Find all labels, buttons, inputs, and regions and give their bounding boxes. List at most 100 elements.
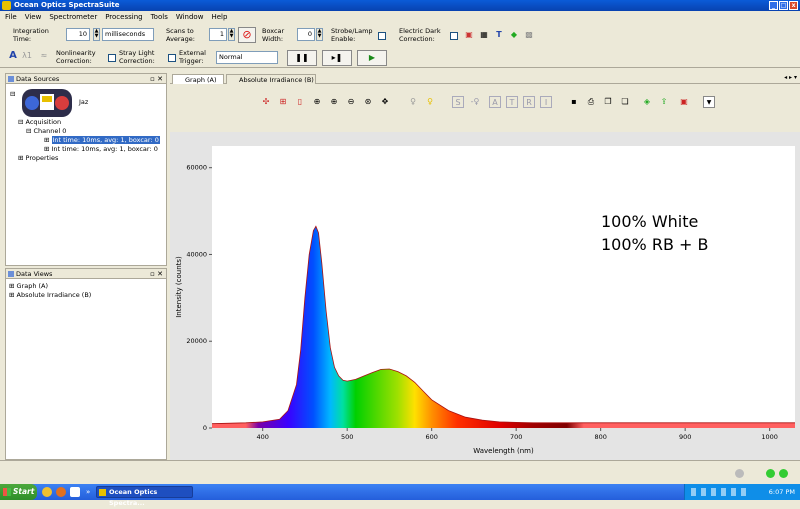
data-views-pane: Data Views ▫ ✕ ⊞ Graph (A) ⊞ Absolute Ir… [5, 268, 167, 460]
clock: 6:07 PM [768, 488, 795, 496]
zoom-box-icon[interactable]: ⊞ [277, 96, 289, 108]
pause-button[interactable]: ❚❚ [287, 50, 317, 66]
external-trigger-checkbox[interactable] [168, 54, 176, 62]
y-tick-label: 40000 [186, 250, 207, 258]
tab-graph-a-label: Graph (A) [185, 76, 217, 84]
menu-view[interactable]: View [25, 11, 42, 23]
export-icon[interactable]: ⇪ [658, 96, 670, 108]
graph-layout-icon[interactable]: ▣ [463, 29, 475, 41]
integration-unit-select[interactable]: milliseconds [102, 28, 154, 41]
task-spectrasuite[interactable]: Ocean Optics Spectra... [96, 486, 193, 507]
x-tick-label: 600 [425, 433, 437, 441]
tree-int-time-2[interactable]: ⊞ Int time: 10ms, avg: 1, boxcar: 0 [44, 145, 158, 154]
transmission-button[interactable]: T [506, 96, 518, 108]
tab-scroll-icon[interactable]: ◂ ▸ ▾ [784, 74, 797, 81]
tree-int-time-1[interactable]: ⊞ Int time: 10ms, avg: 1, boxcar: 0 [44, 136, 160, 145]
zoom-fit-icon[interactable]: ⊛ [362, 96, 374, 108]
boxcar-stepper[interactable]: ▲ ▼ [316, 28, 323, 41]
boxcar-width-input[interactable]: 0 [297, 28, 315, 41]
channel-label: Channel 0 [33, 127, 67, 135]
device-node[interactable]: ⊟ [10, 90, 15, 99]
quicklaunch-more-icon[interactable]: » [86, 487, 90, 497]
dark-mode-icon[interactable]: -♀ [469, 96, 481, 108]
tree-graph-a[interactable]: ⊞ Graph (A) [9, 282, 48, 291]
document-icon[interactable] [70, 487, 80, 497]
pane-close-icon[interactable]: ▫ ✕ [150, 74, 163, 84]
start-button[interactable]: Start [0, 484, 37, 500]
firefox-icon[interactable] [56, 487, 66, 497]
irradiance-button[interactable]: I [540, 96, 552, 108]
electric-dark-checkbox[interactable] [450, 32, 458, 40]
absorbance-button[interactable]: A [489, 96, 501, 108]
x-tick-label: 400 [256, 433, 268, 441]
delete-icon[interactable]: ▣ [678, 96, 690, 108]
scans-stepper[interactable]: ▲ ▼ [228, 28, 235, 41]
more-dropdown-icon[interactable]: ▼ [703, 96, 715, 108]
status-light-icon [766, 469, 775, 478]
acquisition-toolbar: Integration Time: 10 ▲ ▼ milliseconds Sca… [0, 23, 800, 68]
crosshair-icon[interactable]: ✣ [260, 96, 272, 108]
scope-mode-button[interactable]: S [452, 96, 464, 108]
electric-dark-label: Electric Dark Correction: [399, 27, 441, 43]
tray-icons[interactable] [691, 488, 751, 496]
app-icon [2, 1, 11, 10]
spectrum-chart[interactable]: 0200004000060000 400 500 600 700 800 900 1000 … [170, 132, 800, 460]
stop-icon[interactable]: ⊘ [238, 27, 256, 43]
tab-absolute-irradiance[interactable]: Absolute Irradiance (B) ✕ [226, 74, 316, 94]
system-tray: 6:07 PM [684, 484, 800, 500]
color-icon[interactable]: ◆ [508, 29, 520, 41]
status-bar [0, 460, 800, 484]
scans-to-average-input[interactable]: 1 [209, 28, 227, 41]
play-button[interactable]: ▶ [357, 50, 387, 66]
scans-to-average-label: Scans to Average: [166, 27, 195, 43]
pane-close-icon[interactable]: ▫ ✕ [150, 269, 163, 279]
messenger-icon[interactable] [42, 487, 52, 497]
menu-help[interactable]: Help [211, 11, 227, 23]
paste-icon[interactable]: ❏ [619, 96, 631, 108]
y-axis-label: Intensity (counts) [175, 256, 183, 318]
graph-toolbar: ✣ ⊞ ▯ ⊕ ⊕ ⊖ ⊛ ✥ ♀ ♀ S -♀ A T R I ▪ ⎙ ❐ ❏… [170, 84, 800, 132]
menu-processing[interactable]: Processing [105, 11, 142, 23]
save-icon[interactable]: ▪ [568, 96, 580, 108]
stray-light-checkbox[interactable] [108, 54, 116, 62]
x-tick-label: 700 [510, 433, 522, 441]
tree-absolute-irradiance[interactable]: ⊞ Absolute Irradiance (B) [9, 291, 91, 300]
spectrum-graph[interactable]: 0 20000 40000 60000 400 500 600 700 800 900 1000 … [170, 132, 800, 460]
integration-time-input[interactable]: 10 [66, 28, 90, 41]
step-button[interactable]: ▸❚ [322, 50, 352, 66]
integration-time-label: Integration Time: [13, 27, 49, 43]
image-icon[interactable]: ▩ [523, 29, 535, 41]
reflectance-button[interactable]: R [523, 96, 535, 108]
menu-window[interactable]: Window [176, 11, 204, 23]
lamp-off-icon[interactable]: ♀ [407, 96, 419, 108]
maximize-button[interactable]: □ [779, 1, 788, 10]
print-icon[interactable]: ⎙ [585, 96, 597, 108]
tree-properties[interactable]: ⊞ Properties [18, 154, 58, 163]
zoom-in-icon[interactable]: ⊕ [311, 96, 323, 108]
tree-acquisition[interactable]: ⊟ Acquisition [18, 118, 61, 127]
menu-spectrometer[interactable]: Spectrometer [49, 11, 97, 23]
tab-graph-a[interactable]: Graph (A) ✕ [172, 74, 224, 94]
lamp-on-icon[interactable]: ♀ [424, 96, 436, 108]
data-views-header: Data Views ▫ ✕ [6, 269, 166, 279]
marker-icon[interactable]: ▯ [294, 96, 306, 108]
zoom-out-icon[interactable]: ⊖ [345, 96, 357, 108]
text-icon[interactable]: T [493, 29, 505, 41]
gear-icon[interactable] [735, 469, 744, 478]
x-tick-label: 500 [341, 433, 353, 441]
zoom-x-icon[interactable]: ⊕ [328, 96, 340, 108]
trigger-mode-select[interactable]: Normal [216, 51, 278, 64]
strobe-lamp-checkbox[interactable] [378, 32, 386, 40]
pan-icon[interactable]: ✥ [379, 96, 391, 108]
menu-file[interactable]: File [5, 11, 17, 23]
minimize-button[interactable]: _ [769, 1, 778, 10]
table-icon[interactable]: ▦ [478, 29, 490, 41]
close-button[interactable]: x [789, 1, 798, 10]
copy-icon[interactable]: ❐ [602, 96, 614, 108]
nonlinearity-label: Nonlinearity Correction: [56, 49, 96, 65]
menu-tools[interactable]: Tools [151, 11, 168, 23]
absolute-irradiance-label: Absolute Irradiance (B) [16, 291, 92, 299]
tree-channel[interactable]: ⊟ Channel 0 [26, 127, 66, 136]
overlay-icon[interactable]: ◈ [641, 96, 653, 108]
integration-time-stepper[interactable]: ▲ ▼ [93, 28, 100, 41]
